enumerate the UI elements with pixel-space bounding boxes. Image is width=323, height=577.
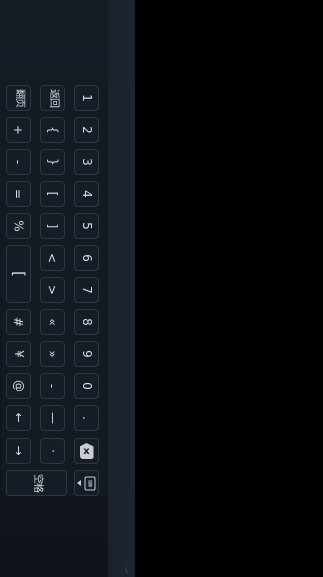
key-down-arrow-label: ↓ (13, 444, 24, 458)
key-5-label: 5 (79, 222, 94, 230)
key-4-label: 4 (79, 190, 94, 198)
key-dot-label: . (79, 416, 94, 420)
key-equals[interactable]: = (6, 181, 31, 207)
hide-keyboard-button[interactable]: ⌨ (74, 470, 99, 496)
back-button-label: 返回 (47, 89, 59, 107)
key-bracket-open-label: [ (45, 191, 60, 197)
key-7-label: 7 (79, 286, 94, 294)
key-middle-dot[interactable]: · (40, 438, 65, 464)
key-minus-label: - (11, 159, 26, 165)
key-dash-label: - (45, 383, 60, 389)
key-6[interactable]: 6 (74, 245, 99, 271)
key-corner-bracket-label: [ (9, 271, 28, 277)
key-9-label: 9 (79, 350, 94, 358)
key-bracket-close[interactable]: ] (40, 213, 65, 239)
key-hash-label: # (11, 316, 26, 328)
flip-page-button[interactable]: 翻页 (6, 85, 31, 111)
key-dot[interactable]: . (74, 405, 99, 431)
key-brace-close[interactable]: } (40, 149, 65, 175)
key-brace-close-label: } (45, 158, 60, 166)
key-em-dash[interactable]: — (40, 405, 65, 431)
key-brace-open[interactable]: { (40, 117, 65, 143)
key-yen[interactable]: ¥ (6, 341, 31, 367)
key-0[interactable]: 0 (74, 373, 99, 399)
key-6-label: 6 (79, 254, 94, 262)
key-guillemet-close[interactable]: » (40, 341, 65, 367)
keyboard-side-strip (108, 82, 130, 496)
key-middle-dot-label: · (45, 449, 60, 453)
key-bracket-close-label: ] (45, 223, 60, 229)
corner-mark: \ (125, 566, 128, 575)
key-down-arrow[interactable]: ↓ (6, 438, 31, 464)
key-3-label: 3 (79, 158, 94, 166)
key-hash[interactable]: # (6, 309, 31, 335)
key-at[interactable]: @ (6, 373, 31, 399)
key-guillemet-close-label: » (45, 350, 60, 358)
arrow-left-icon (76, 480, 81, 486)
key-4[interactable]: 4 (74, 181, 99, 207)
key-8-label: 8 (79, 318, 94, 326)
key-2-label: 2 (79, 126, 94, 134)
key-minus[interactable]: - (6, 149, 31, 175)
key-8[interactable]: 8 (74, 309, 99, 335)
key-2[interactable]: 2 (74, 117, 99, 143)
key-1-label: 1 (79, 94, 94, 102)
key-less-than-label: < (45, 252, 60, 264)
key-up-arrow[interactable]: ↑ (6, 405, 31, 431)
key-yen-label: ¥ (11, 350, 26, 358)
key-percent[interactable]: % (6, 213, 31, 239)
key-equals-label: = (11, 188, 26, 200)
delete-button[interactable]: x (74, 438, 99, 464)
key-3[interactable]: 3 (74, 149, 99, 175)
key-7[interactable]: 7 (74, 277, 99, 303)
key-1[interactable]: 1 (74, 85, 99, 111)
key-guillemet-open[interactable]: « (40, 309, 65, 335)
key-less-than[interactable]: < (40, 245, 65, 271)
delete-icon: x (79, 443, 94, 459)
key-9[interactable]: 9 (74, 341, 99, 367)
key-bracket-open[interactable]: [ (40, 181, 65, 207)
key-greater-than-label: > (45, 284, 60, 296)
key-at-label: @ (11, 380, 26, 392)
key-dash[interactable]: - (40, 373, 65, 399)
back-button[interactable]: 返回 (40, 85, 65, 111)
key-brace-open-label: { (45, 126, 60, 134)
keyboard-panel: 1 2 3 4 5 6 7 8 9 0 . x ⌨ 返回 { } [ ] < >… (0, 0, 135, 577)
keyboard-icon: ⌨ (84, 476, 95, 490)
flip-page-label: 翻页 (13, 89, 25, 107)
key-0-label: 0 (79, 382, 94, 390)
key-greater-than[interactable]: > (40, 277, 65, 303)
space-button[interactable]: 空格 (6, 470, 67, 496)
key-plus-label: + (11, 124, 26, 136)
key-plus[interactable]: + (6, 117, 31, 143)
key-up-arrow-label: ↑ (13, 411, 24, 425)
key-5[interactable]: 5 (74, 213, 99, 239)
key-em-dash-label: — (45, 412, 60, 424)
key-percent-label: % (11, 220, 26, 232)
key-guillemet-open-label: « (45, 318, 60, 326)
key-corner-bracket[interactable]: [ (6, 245, 31, 303)
space-button-label: 空格 (31, 474, 43, 492)
